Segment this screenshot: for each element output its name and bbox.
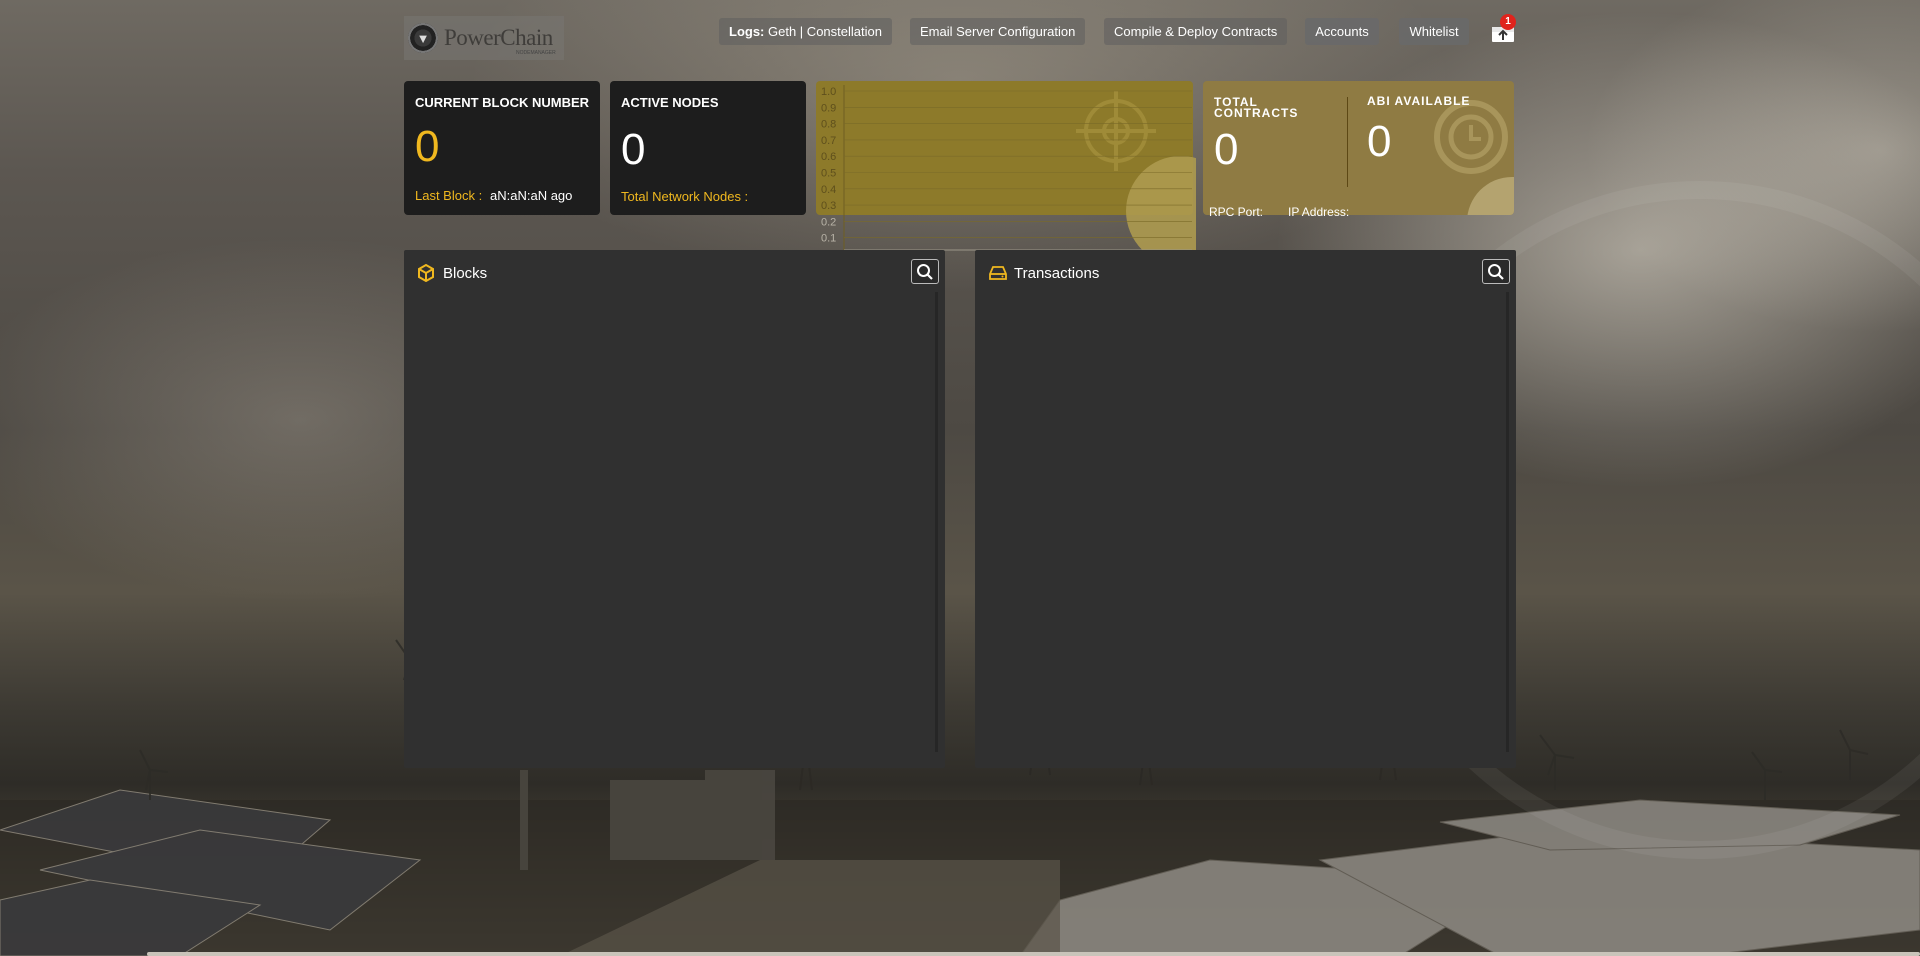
current-block-card: CURRENT BLOCK NUMBER 0 Last Block : aN:a… [404,81,600,215]
blocks-scrollbar[interactable] [935,292,938,752]
search-icon [1488,263,1504,280]
nav-accounts[interactable]: Accounts [1305,18,1379,45]
abi-available-title: ABI AVAILABLE [1367,94,1471,108]
abi-available-value: 0 [1367,117,1392,166]
contracts-watermark-arc [1467,177,1514,215]
contracts-watermark-icon [1434,100,1508,174]
chart-watermark-icon [1076,91,1156,171]
nav-compile-deploy[interactable]: Compile & Deploy Contracts [1104,18,1288,45]
blocks-search-button[interactable] [911,259,939,284]
transactions-panel-title: Transactions [1014,265,1100,282]
chart-y-tick-label: 0.6 [821,151,836,163]
logo-text: PowerChain [444,25,553,50]
total-contracts-value: 0 [1214,125,1239,174]
current-block-title: CURRENT BLOCK NUMBER [415,95,590,110]
contracts-card: TOTAL CONTRACTS 0 ABI AVAILABLE 0 [1203,81,1514,215]
cube-icon [418,264,434,282]
nav-whitelist[interactable]: Whitelist [1399,18,1469,45]
total-network-nodes-label: Total Network Nodes : [621,189,749,204]
nav-email-server-config[interactable]: Email Server Configuration [910,18,1086,45]
chart-watermark-arc [1126,156,1196,251]
active-nodes-title: ACTIVE NODES [621,95,719,110]
blocks-panel: Blocks [404,250,945,768]
nav-logs[interactable]: Logs: Geth | Constellation [719,18,892,45]
last-block-value: aN:aN:aN ago [490,188,573,203]
blocks-panel-title: Blocks [443,265,488,282]
logo-subtitle: NODEMANAGER [516,50,556,56]
last-block-label: Last Block : [415,188,483,203]
logo-emblem-icon: ▼ [408,23,438,53]
chart-y-tick-label: 0.2 [821,216,836,228]
nav-logs-prefix: Logs: [729,24,765,39]
chart-y-tick-label: 0.3 [821,200,836,212]
block-chart: 1.0 0.9 0.8 0.7 0.6 0.5 0.4 0.3 0.2 0.1 [821,85,1196,251]
hard-drive-icon [989,266,1007,280]
search-icon [917,263,933,280]
transactions-scrollbar[interactable] [1506,292,1509,752]
transactions-search-button[interactable] [1482,259,1510,284]
ip-address-label: IP Address: [1288,205,1350,219]
transactions-panel: Transactions [975,250,1516,768]
blocks-list[interactable] [404,292,945,756]
chart-y-tick-label: 0.9 [821,102,836,114]
horizontal-scrollbar[interactable] [147,952,1920,956]
transactions-list[interactable] [975,292,1516,756]
nav-logs-label: Geth | Constellation [768,24,882,39]
current-block-value: 0 [415,122,440,171]
chart-y-tick-label: 0.8 [821,119,836,131]
chart-y-tick-label: 1.0 [821,86,836,98]
rpc-port-label: RPC Port: [1209,205,1264,219]
active-nodes-value: 0 [621,125,646,174]
active-nodes-card: ACTIVE NODES 0 Total Network Nodes : [610,81,806,215]
chart-y-tick-label: 0.4 [821,184,836,196]
chart-y-tick-label: 0.5 [821,168,836,180]
total-contracts-title: TOTAL CONTRACTS [1214,95,1299,120]
chart-y-tick-label: 0.1 [821,233,836,245]
chart-y-tick-label: 0.7 [821,135,836,147]
notification-count-badge: 1 [1500,14,1516,30]
contracts-divider [1347,97,1348,187]
